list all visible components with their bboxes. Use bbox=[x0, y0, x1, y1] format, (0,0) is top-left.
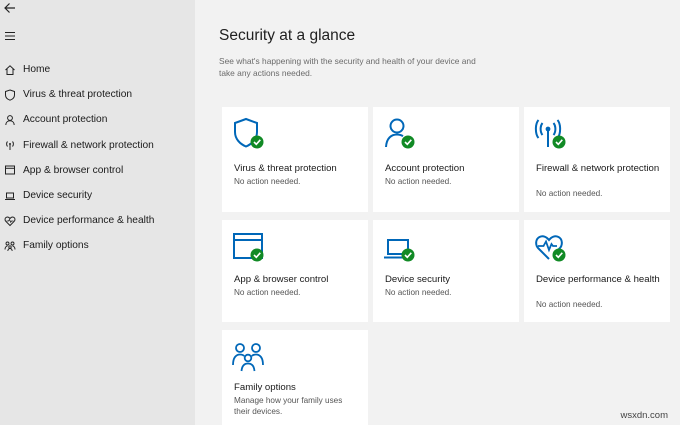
page-subtitle: See what's happening with the security a… bbox=[219, 56, 476, 78]
tile-title: Firewall & network protection bbox=[536, 163, 660, 174]
tile-firewall-network-protection[interactable]: Firewall & network protection No action … bbox=[524, 107, 670, 212]
sidebar-item-account-protection[interactable]: Account protection bbox=[0, 107, 195, 132]
sidebar-item-home[interactable]: Home bbox=[0, 57, 195, 82]
arrow-left-icon bbox=[3, 1, 17, 20]
back-button[interactable] bbox=[2, 2, 18, 18]
sidebar-item-label: Firewall & network protection bbox=[23, 139, 154, 151]
sidebar-item-label: Family options bbox=[23, 240, 89, 252]
tile-device-performance-health[interactable]: Device performance & health No action ne… bbox=[524, 220, 670, 322]
tile-status: Manage how your family uses their device… bbox=[234, 396, 343, 416]
home-icon bbox=[3, 63, 17, 77]
sidebar-item-label: Device security bbox=[23, 190, 93, 202]
nav-list: Home Virus & threat protection Account p… bbox=[0, 57, 195, 259]
hamburger-menu-icon bbox=[3, 29, 17, 48]
tile-title: Device performance & health bbox=[536, 274, 660, 285]
tile-account-protection[interactable]: Account protection No action needed. bbox=[373, 107, 519, 212]
tile-status: No action needed. bbox=[234, 177, 301, 186]
sidebar-item-virus-threat-protection[interactable]: Virus & threat protection bbox=[0, 82, 195, 107]
tile-status: No action needed. bbox=[385, 288, 452, 297]
tile-title: Account protection bbox=[385, 163, 465, 174]
sidebar-item-label: App & browser control bbox=[23, 164, 124, 176]
shield-check-icon bbox=[232, 117, 268, 151]
antenna-check-icon bbox=[534, 117, 570, 151]
tile-title: Virus & threat protection bbox=[234, 163, 337, 174]
page-title: Security at a glance bbox=[219, 27, 356, 44]
laptop-check-icon bbox=[383, 230, 419, 264]
main-content: Security at a glance See what's happenin… bbox=[195, 0, 680, 425]
heart-pulse-check-icon bbox=[534, 230, 570, 264]
tile-title: App & browser control bbox=[234, 274, 329, 285]
sidebar-item-device-security[interactable]: Device security bbox=[0, 183, 195, 208]
watermark: wsxdn.com bbox=[620, 410, 668, 421]
tile-status: No action needed. bbox=[385, 177, 452, 186]
sidebar-item-label: Account protection bbox=[23, 114, 108, 126]
heart-icon bbox=[3, 214, 17, 228]
sidebar: Home Virus & threat protection Account p… bbox=[0, 0, 195, 425]
tile-status: No action needed. bbox=[536, 300, 603, 309]
person-check-icon bbox=[383, 117, 419, 151]
family-icon bbox=[232, 340, 268, 374]
sidebar-item-label: Home bbox=[23, 64, 51, 76]
sidebar-item-device-performance-health[interactable]: Device performance & health bbox=[0, 208, 195, 233]
sidebar-item-label: Device performance & health bbox=[23, 215, 155, 227]
sidebar-item-app-browser-control[interactable]: App & browser control bbox=[0, 158, 195, 183]
sidebar-item-firewall-network-protection[interactable]: Firewall & network protection bbox=[0, 133, 195, 158]
sidebar-item-label: Virus & threat protection bbox=[23, 89, 133, 101]
laptop-icon bbox=[3, 189, 17, 203]
shield-icon bbox=[3, 88, 17, 102]
tile-title: Device security bbox=[385, 274, 451, 285]
tile-status: No action needed. bbox=[234, 288, 301, 297]
family-icon bbox=[3, 239, 17, 253]
tile-family-options[interactable]: Family options Manage how your family us… bbox=[222, 330, 368, 425]
sidebar-item-family-options[interactable]: Family options bbox=[0, 233, 195, 258]
tile-virus-threat-protection[interactable]: Virus & threat protection No action need… bbox=[222, 107, 368, 212]
tile-title: Family options bbox=[234, 382, 296, 393]
menu-button[interactable] bbox=[2, 30, 18, 46]
window-icon bbox=[3, 163, 17, 177]
tile-device-security[interactable]: Device security No action needed. bbox=[373, 220, 519, 322]
tile-status: No action needed. bbox=[536, 189, 603, 198]
antenna-icon bbox=[3, 138, 17, 152]
tile-app-browser-control[interactable]: App & browser control No action needed. bbox=[222, 220, 368, 322]
person-icon bbox=[3, 113, 17, 127]
window-check-icon bbox=[232, 230, 268, 264]
